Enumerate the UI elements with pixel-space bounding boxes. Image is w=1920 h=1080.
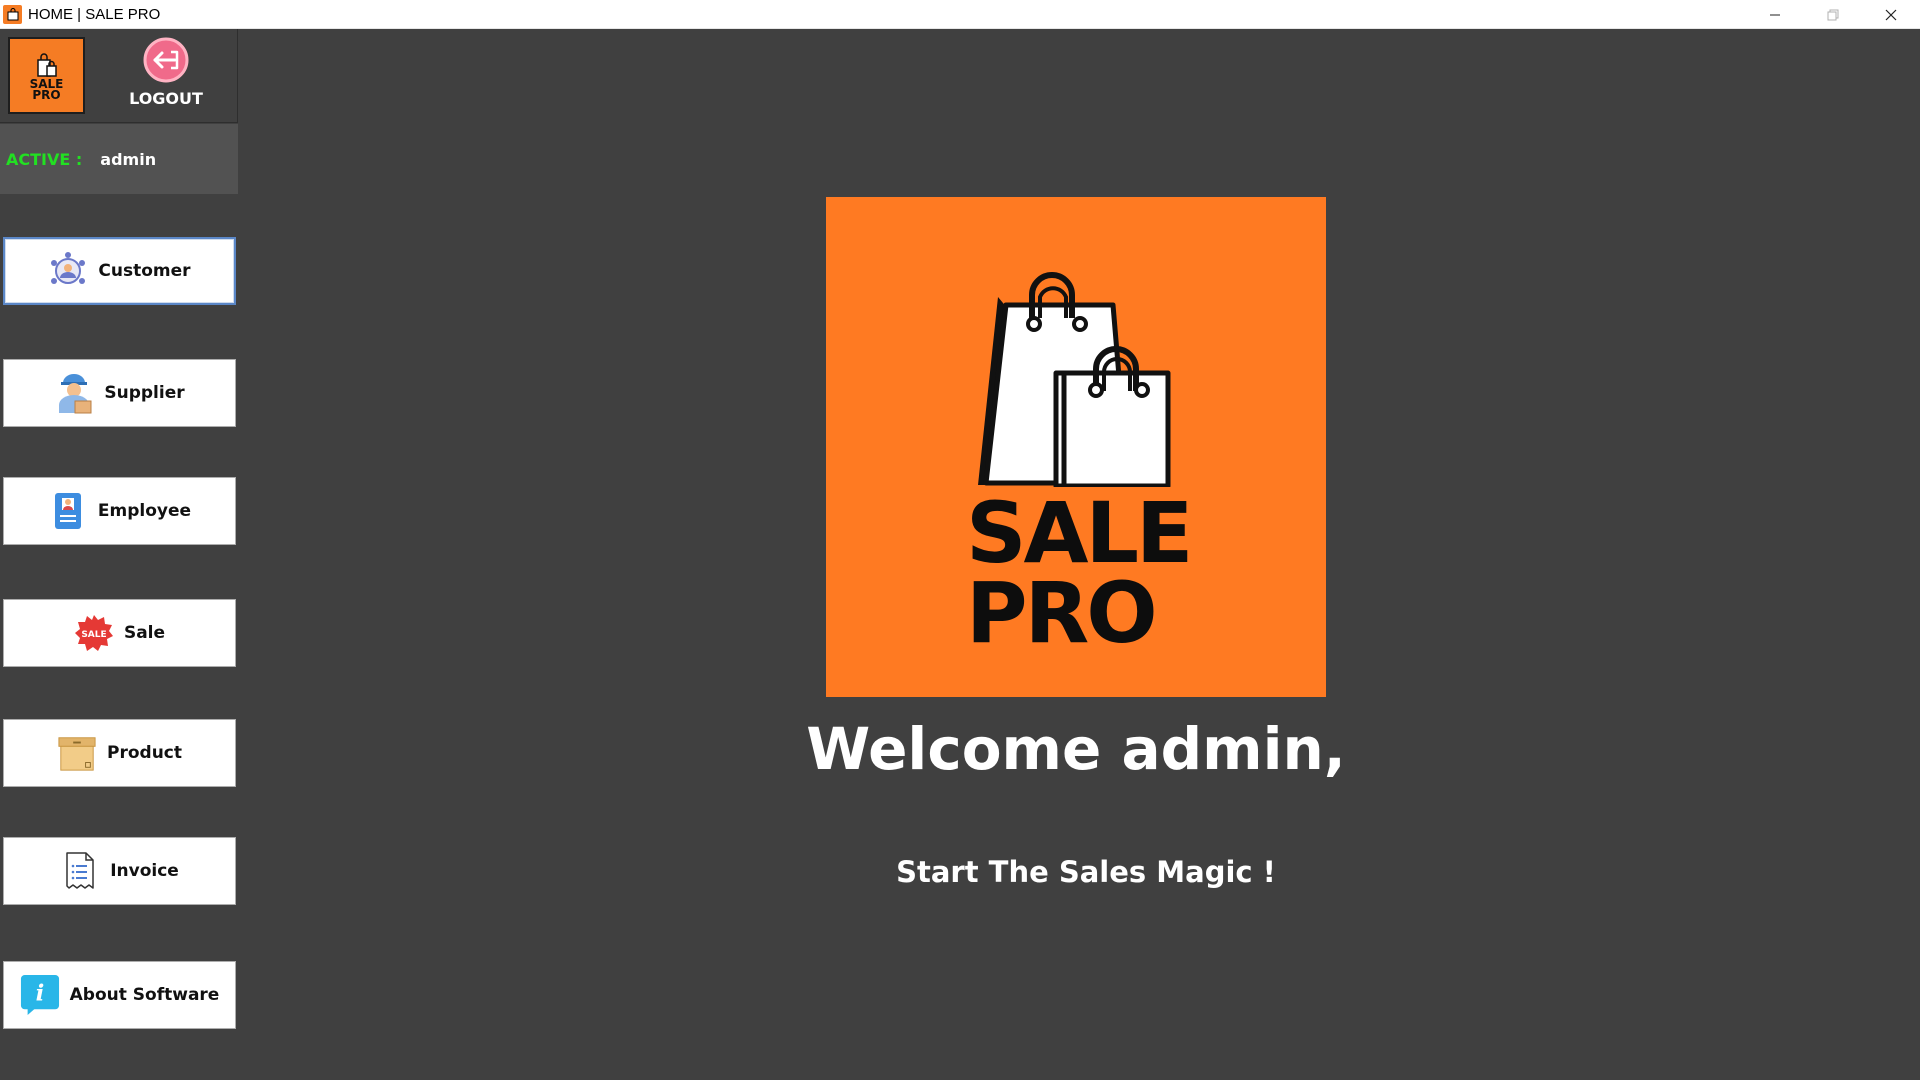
employee-label: Employee bbox=[97, 501, 192, 521]
app-icon bbox=[3, 4, 22, 24]
id-badge-icon bbox=[48, 491, 88, 531]
product-button[interactable]: Product bbox=[3, 719, 236, 787]
sale-pro-logo-text: SALE PRO bbox=[966, 484, 1193, 662]
box-icon bbox=[57, 733, 97, 773]
sale-label: Sale bbox=[123, 623, 166, 643]
close-button[interactable] bbox=[1862, 0, 1920, 29]
restore-button[interactable] bbox=[1804, 0, 1862, 29]
customer-network-icon bbox=[48, 251, 88, 291]
sidebar-header: SALE PRO LOGOUT bbox=[0, 29, 238, 123]
svg-text:i: i bbox=[35, 981, 44, 1007]
customer-label: Customer bbox=[98, 261, 191, 281]
active-user-bar: ACTIVE : admin bbox=[0, 124, 238, 194]
sale-button[interactable]: SALE Sale bbox=[3, 599, 236, 667]
sale-badge-icon: SALE bbox=[74, 613, 114, 653]
minimize-icon bbox=[1770, 14, 1780, 15]
logo-line2: PRO bbox=[966, 564, 1158, 662]
about-software-label: About Software bbox=[69, 985, 220, 1005]
about-software-button[interactable]: i About Software bbox=[3, 961, 236, 1029]
window-title: HOME | SALE PRO bbox=[28, 5, 161, 23]
shopping-bags-icon bbox=[978, 272, 1171, 487]
product-label: Product bbox=[107, 743, 182, 763]
logout-icon bbox=[143, 37, 189, 83]
shopping-bags-icon bbox=[36, 52, 57, 77]
active-username: admin bbox=[100, 149, 157, 169]
delivery-person-icon bbox=[54, 373, 94, 414]
active-status-label: ACTIVE : bbox=[6, 149, 83, 169]
employee-button[interactable]: Employee bbox=[3, 477, 236, 545]
sale-pro-logo: SALE PRO bbox=[826, 197, 1326, 697]
logo-line1: SALE bbox=[966, 484, 1193, 582]
sale-pro-mini-logo: SALE PRO bbox=[8, 37, 85, 114]
tagline: Start The Sales Magic ! bbox=[896, 855, 1276, 889]
info-icon: i bbox=[20, 975, 60, 1015]
title-bar: HOME | SALE PRO bbox=[0, 0, 1920, 29]
close-icon bbox=[1885, 9, 1897, 20]
invoice-button[interactable]: Invoice bbox=[3, 837, 236, 905]
restore-icon bbox=[1827, 9, 1839, 20]
logout-label: LOGOUT bbox=[129, 89, 203, 108]
mini-logo-line2: PRO bbox=[32, 87, 61, 102]
sidebar: SALE PRO LOGOUT ACTIVE : admin Customer … bbox=[0, 29, 238, 1080]
minimize-button[interactable] bbox=[1746, 0, 1804, 29]
customer-button[interactable]: Customer bbox=[3, 237, 236, 305]
supplier-label: Supplier bbox=[104, 383, 185, 403]
receipt-icon bbox=[60, 851, 100, 891]
svg-text:SALE: SALE bbox=[81, 630, 106, 640]
invoice-label: Invoice bbox=[110, 861, 179, 881]
welcome-heading: Welcome admin, bbox=[806, 715, 1346, 783]
supplier-button[interactable]: Supplier bbox=[3, 359, 236, 427]
app-body: SALE PRO LOGOUT ACTIVE : admin Customer … bbox=[0, 29, 1920, 1080]
logout-button[interactable]: LOGOUT bbox=[120, 37, 212, 117]
